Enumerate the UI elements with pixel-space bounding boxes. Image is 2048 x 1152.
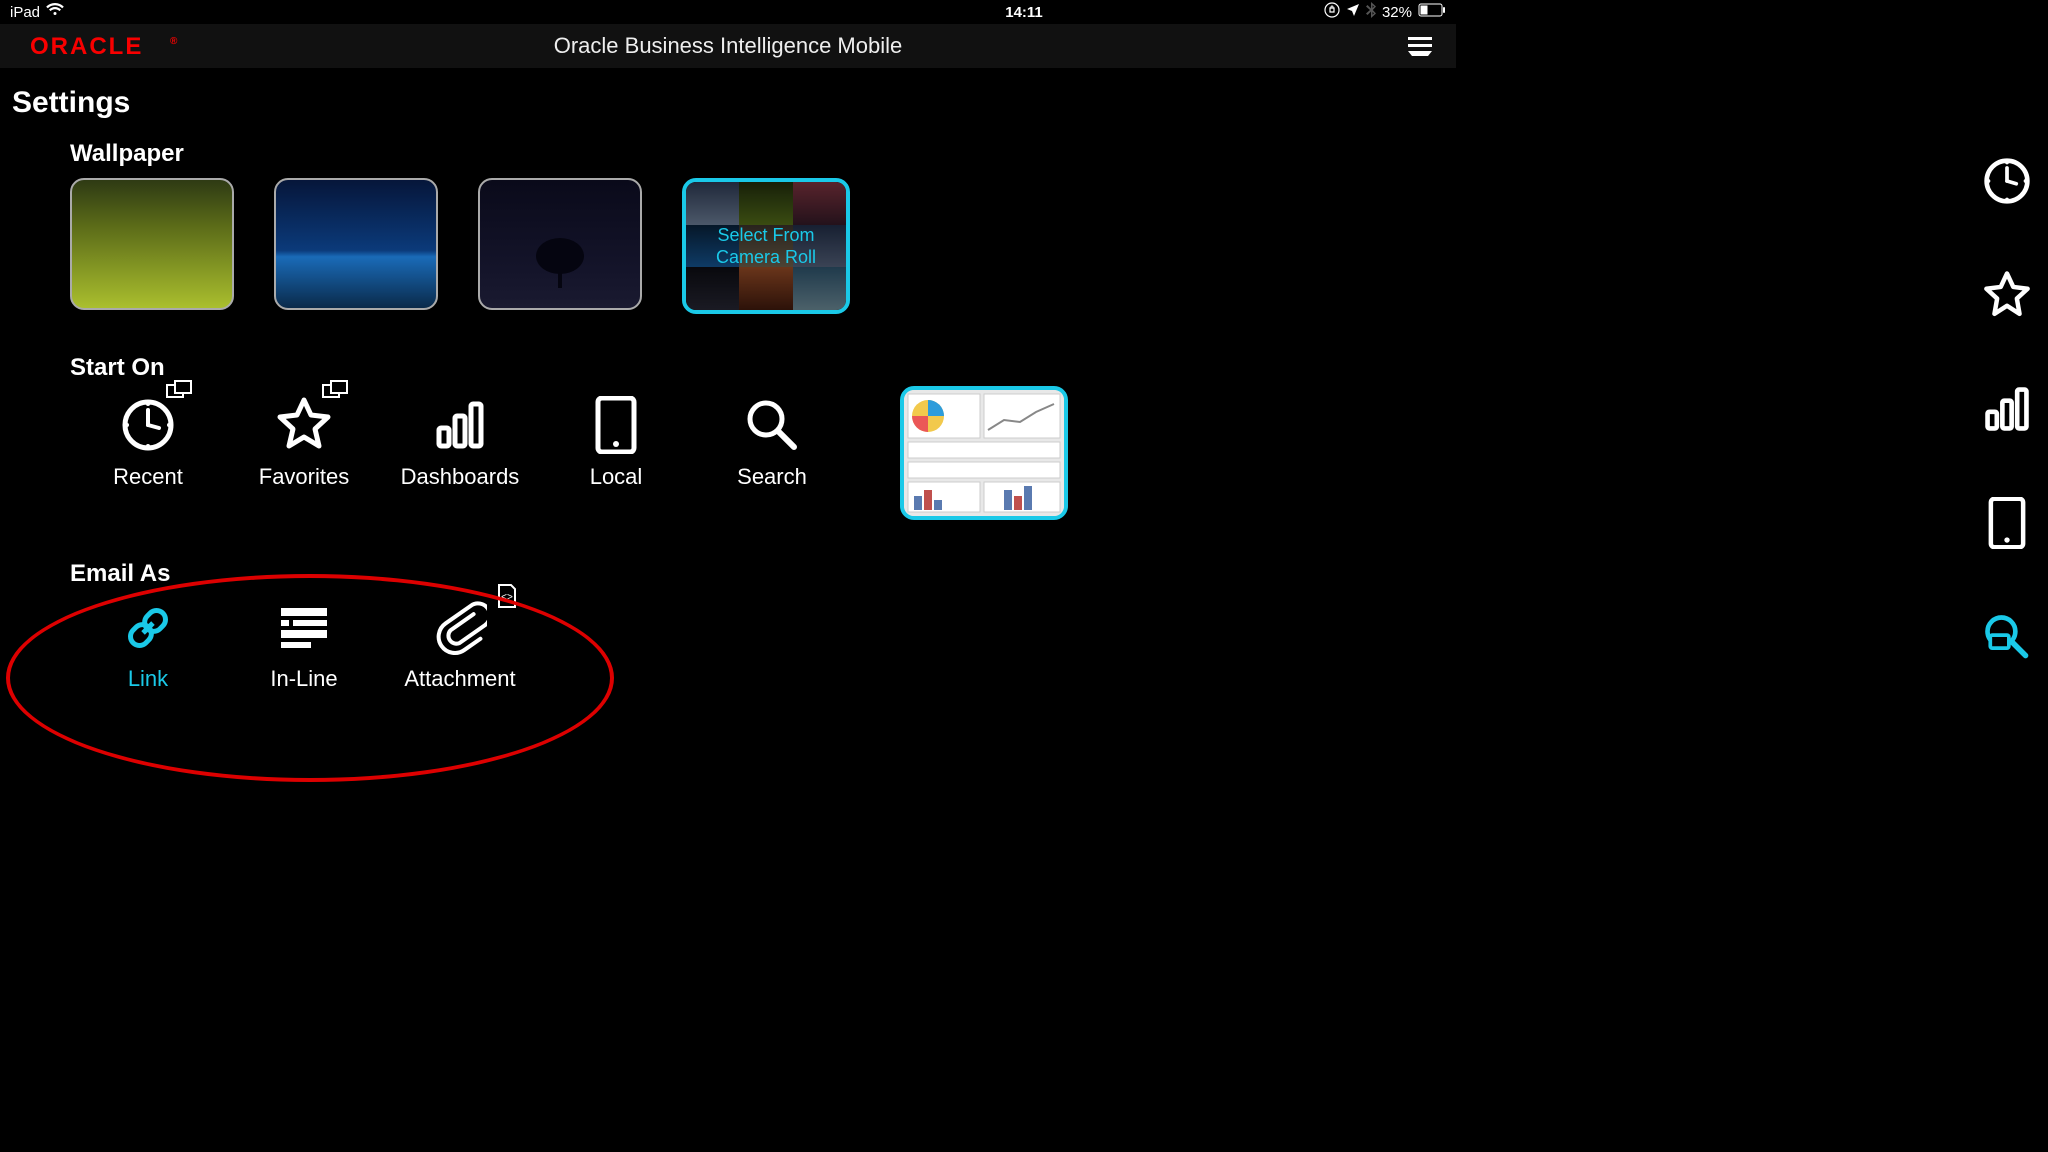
wallpaper-option-2[interactable]	[274, 178, 438, 310]
link-icon	[70, 598, 226, 658]
wallpaper-row: Select From Camera Roll	[70, 178, 1456, 314]
start-on-search-label: Search	[694, 464, 850, 490]
search-icon	[694, 392, 850, 458]
multi-window-icon	[322, 380, 348, 403]
brand-logo: ORACLE ®	[30, 32, 190, 65]
start-on-recent[interactable]: Recent	[70, 392, 226, 490]
settings-content: Settings Wallpaper Select From Camera Ro…	[0, 68, 1456, 692]
email-as-link[interactable]: Link	[70, 598, 226, 692]
app-header: ORACLE ® Oracle Business Intelligence Mo…	[0, 24, 1456, 68]
email-as-heading: Email As	[70, 560, 1456, 588]
start-on-search[interactable]: Search	[694, 392, 850, 490]
rail-dashboards[interactable]	[1980, 382, 2034, 436]
start-on-dashboards[interactable]: Dashboards	[382, 392, 538, 490]
status-bar: iPad 14:11 32%	[0, 0, 1456, 24]
battery-percent: 32%	[1382, 4, 1412, 21]
start-on-preview[interactable]	[900, 386, 1068, 520]
battery-icon	[1418, 3, 1446, 21]
start-on-heading: Start On	[70, 354, 1456, 382]
app-title: Oracle Business Intelligence Mobile	[554, 33, 903, 59]
camera-roll-label: Select From Camera Roll	[686, 182, 846, 310]
email-as-inline-label: In-Line	[226, 666, 382, 692]
star-icon	[226, 392, 382, 458]
email-as-attachment-label: Attachment	[382, 666, 538, 692]
email-as-inline[interactable]: In-Line	[226, 598, 382, 692]
device-label: iPad	[10, 4, 40, 21]
rail-favorites[interactable]	[1980, 268, 2034, 322]
bluetooth-icon	[1366, 2, 1376, 22]
status-time: 14:11	[1005, 4, 1043, 21]
rail-local[interactable]	[1980, 496, 2034, 550]
email-as-attachment[interactable]: <> Attachment	[382, 598, 538, 692]
rail-search[interactable]	[1980, 610, 2034, 664]
page-title: Settings	[12, 86, 1456, 120]
wifi-icon	[46, 3, 64, 21]
start-on-recent-label: Recent	[70, 464, 226, 490]
start-on-local[interactable]: Local	[538, 392, 694, 490]
inline-icon	[226, 598, 382, 658]
wallpaper-option-3[interactable]	[478, 178, 642, 310]
start-on-local-label: Local	[538, 464, 694, 490]
svg-text:<>: <>	[501, 592, 513, 603]
svg-text:®: ®	[170, 36, 179, 47]
email-as-row: Link In-Line <> Attachment	[70, 598, 1456, 692]
bar-chart-icon	[382, 392, 538, 458]
clock-icon	[70, 392, 226, 458]
rail-recent[interactable]	[1980, 154, 2034, 208]
multi-window-icon	[166, 380, 192, 403]
start-on-favorites-label: Favorites	[226, 464, 382, 490]
location-icon	[1346, 3, 1360, 21]
email-as-link-label: Link	[70, 666, 226, 692]
start-on-dashboards-label: Dashboards	[382, 464, 538, 490]
wallpaper-option-camera-roll[interactable]: Select From Camera Roll	[682, 178, 850, 314]
start-on-favorites[interactable]: Favorites	[226, 392, 382, 490]
orientation-lock-icon	[1324, 2, 1340, 22]
right-rail	[1980, 154, 2034, 664]
code-file-icon: <>	[496, 584, 518, 613]
svg-text:ORACLE: ORACLE	[30, 33, 143, 60]
wallpaper-option-1[interactable]	[70, 178, 234, 310]
wallpaper-heading: Wallpaper	[70, 140, 1456, 168]
start-on-row: Recent Favorites Dashboards Local Sea	[70, 392, 1456, 520]
device-icon	[538, 392, 694, 458]
menu-button[interactable]	[1406, 32, 1434, 65]
